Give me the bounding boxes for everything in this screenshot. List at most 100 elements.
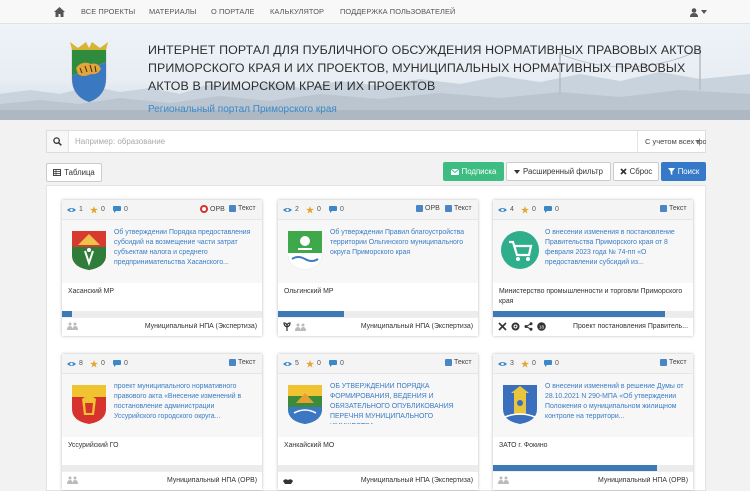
project-card[interactable]: 8 0 0 Текст проект муниципального нормат… — [62, 354, 262, 490]
rating-count: 0 — [305, 359, 321, 368]
star-icon — [305, 359, 314, 368]
rating-count: 0 — [89, 359, 105, 368]
comments-count: 0 — [328, 359, 344, 368]
text-tag[interactable]: Текст — [229, 359, 256, 366]
rating-value: 0 — [317, 206, 321, 213]
tools-icon — [498, 322, 507, 333]
user-menu[interactable] — [690, 6, 708, 18]
word-forms-select[interactable]: С учетом всех форм слов — [637, 131, 706, 152]
card-footer-icons — [283, 476, 293, 486]
star-icon — [89, 205, 98, 214]
views-value: 5 — [295, 360, 299, 367]
views-count: 3 — [498, 359, 514, 368]
eye-icon — [67, 359, 76, 368]
comment-icon — [543, 359, 552, 368]
meeting-icon — [295, 323, 306, 333]
document-type: Муниципальный НПА (ОРВ) — [167, 477, 257, 484]
card-title-link[interactable]: Об утверждении Порядка предоставления су… — [114, 228, 258, 268]
search-icon — [47, 131, 69, 152]
document-type: Муниципальный НПА (ОРВ) — [598, 477, 688, 484]
orv-label: ОРВ — [425, 205, 440, 212]
text-tag[interactable]: Текст — [445, 205, 472, 212]
comments-count: 0 — [543, 205, 559, 214]
comments-count: 0 — [112, 359, 128, 368]
eye-icon — [283, 205, 292, 214]
card-footer: 18 Проект постановления Правитель... — [493, 317, 693, 336]
project-card[interactable]: 1 0 0 ОРВ Текст Об утверждении Порядка п… — [62, 200, 262, 336]
svg-text:18: 18 — [539, 324, 545, 329]
document-icon — [445, 205, 452, 212]
portal-subtitle[interactable]: Региональный портал Приморского края — [148, 104, 337, 115]
chevron-down-icon — [695, 140, 701, 143]
hands-icon — [283, 476, 293, 486]
card-footer: Муниципальный НПА (ОРВ) — [493, 471, 693, 490]
table-view-button[interactable]: Таблица — [46, 163, 102, 182]
nav-all-projects[interactable]: ВСЕ ПРОЕКТЫ — [81, 0, 135, 24]
comments-count: 0 — [328, 205, 344, 214]
text-tag[interactable]: Текст — [229, 205, 256, 212]
orv-tag[interactable]: ОРВ — [200, 205, 225, 213]
project-card[interactable]: 3 0 0 Текст О внесении изменений в решен… — [493, 354, 693, 490]
nav-support[interactable]: ПОДДЕРЖКА ПОЛЬЗОВАТЕЛЕЙ — [340, 0, 455, 24]
views-count: 2 — [283, 205, 299, 214]
orv-tag[interactable]: ОРВ — [416, 205, 440, 212]
text-tag-label: Текст — [454, 205, 472, 212]
card-organization: Хасанский МР — [68, 288, 114, 295]
views-count: 8 — [67, 359, 83, 368]
search-input[interactable] — [75, 135, 615, 148]
share-icon — [524, 322, 533, 333]
card-organization: Министерство промышленности и торговли П… — [499, 288, 683, 305]
card-title-link[interactable]: О внесении изменения в постановление Пра… — [545, 228, 689, 268]
comment-icon — [112, 205, 121, 214]
nav-materials[interactable]: МАТЕРИАЛЫ — [149, 0, 197, 24]
comments-value: 0 — [124, 360, 128, 367]
project-card[interactable]: 4 0 0 Текст О внесении изменения в поста… — [493, 200, 693, 336]
text-tag[interactable]: Текст — [660, 359, 687, 366]
card-title-link[interactable]: проект муниципального нормативного право… — [114, 382, 258, 422]
text-tag[interactable]: Текст — [660, 205, 687, 212]
card-title-link[interactable]: О внесении изменений в решение Думы от 2… — [545, 382, 689, 422]
text-tag-label: Текст — [238, 359, 256, 366]
user-icon — [690, 7, 698, 17]
document-icon — [229, 359, 236, 366]
eye-icon — [498, 205, 507, 214]
card-stats-bar: 1 0 0 ОРВ Текст — [62, 200, 262, 220]
eye-icon — [498, 359, 507, 368]
card-footer-icons — [283, 322, 306, 333]
subscribe-button[interactable]: Подписка — [443, 162, 504, 181]
card-footer: Муниципальный НПА (Экспертиза) — [278, 317, 478, 336]
text-tag[interactable]: Текст — [445, 359, 472, 366]
text-tag-label: Текст — [669, 205, 687, 212]
views-count: 5 — [283, 359, 299, 368]
nav-about[interactable]: О ПОРТАЛЕ — [211, 0, 255, 24]
card-title-link[interactable]: ОБ УТВЕРЖДЕНИИ ПОРЯДКА ФОРМИРОВАНИЯ, ВЕД… — [330, 382, 474, 424]
search-button[interactable]: Поиск — [661, 162, 706, 181]
municipality-logo — [284, 229, 326, 271]
views-value: 2 — [295, 206, 299, 213]
card-stats-bar: 2 0 0 ОРВ Текст — [278, 200, 478, 220]
municipality-logo — [499, 383, 541, 425]
card-footer-icons: 18 — [498, 322, 546, 333]
home-icon[interactable] — [49, 5, 69, 19]
top-navbar: ВСЕ ПРОЕКТЫ МАТЕРИАЛЫ О ПОРТАЛЕ КАЛЬКУЛЯ… — [0, 0, 750, 24]
portal-title: ИНТЕРНЕТ ПОРТАЛ ДЛЯ ПУБЛИЧНОГО ОБСУЖДЕНИ… — [148, 43, 702, 93]
rating-value: 0 — [317, 360, 321, 367]
envelope-icon — [450, 168, 459, 175]
eye-icon — [283, 359, 292, 368]
rating-value: 0 — [532, 206, 536, 213]
document-type: Проект постановления Правитель... — [573, 323, 688, 330]
meeting-icon — [67, 322, 78, 332]
project-card[interactable]: 5 0 0 Текст ОБ УТВЕРЖДЕНИИ ПОРЯДКА ФОРМИ… — [278, 354, 478, 490]
nav-calculator[interactable]: КАЛЬКУЛЯТОР — [270, 0, 324, 24]
advanced-filter-button[interactable]: Расширенный фильтр — [506, 162, 611, 181]
document-icon — [229, 205, 236, 212]
meeting-icon — [67, 476, 78, 486]
rating-value: 0 — [101, 360, 105, 367]
orv-label: ОРВ — [210, 205, 225, 213]
project-card[interactable]: 2 0 0 ОРВ Текст Об утверждении Правил бл… — [278, 200, 478, 336]
card-title-link[interactable]: Об утверждении Правил благоустройства те… — [330, 228, 474, 258]
views-value: 1 — [79, 206, 83, 213]
subscribe-label: Подписка — [461, 167, 497, 176]
comment-icon — [328, 359, 337, 368]
reset-button[interactable]: Сброс — [613, 162, 659, 181]
